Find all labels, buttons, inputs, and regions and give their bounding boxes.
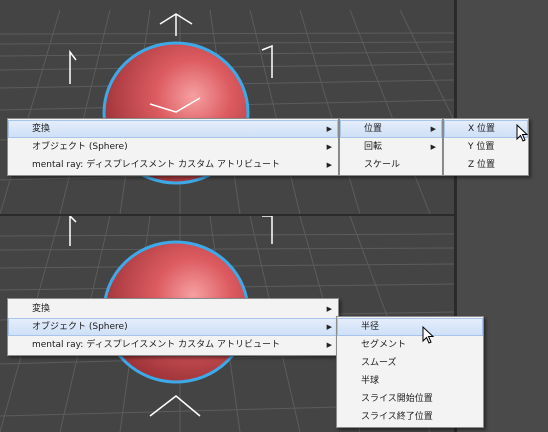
menu-item-z-position[interactable]: Z 位置 xyxy=(444,156,528,174)
menu-item-segments[interactable]: セグメント xyxy=(337,336,483,354)
menu-item-label: 位置 xyxy=(364,124,383,134)
submenu-arrow-icon: ▶ xyxy=(326,161,332,169)
submenu-arrow-icon: ▶ xyxy=(430,125,436,133)
menu-item-position[interactable]: 位置 ▶ xyxy=(340,120,442,138)
menu-item-object-sphere[interactable]: オブジェクト (Sphere) ▶ xyxy=(8,138,338,156)
submenu-arrow-icon: ▶ xyxy=(326,143,332,151)
submenu-arrow-icon: ▶ xyxy=(326,125,332,133)
menu-item-transform[interactable]: 変換 ▶ xyxy=(8,300,338,318)
menu-item-label: スライス終了位置 xyxy=(361,412,433,422)
menu-item-label: mental ray: ディスプレイスメント カスタム アトリビュート xyxy=(32,160,281,170)
submenu-arrow-icon: ▶ xyxy=(326,341,332,349)
menu-item-slice-from[interactable]: スライス開始位置 xyxy=(337,390,483,408)
viewport-top[interactable] xyxy=(0,0,454,214)
menu-item-mental-ray-displacement[interactable]: mental ray: ディスプレイスメント カスタム アトリビュート ▶ xyxy=(8,336,338,354)
menu-item-label: X 位置 xyxy=(468,124,496,134)
menu-item-label: Z 位置 xyxy=(468,160,496,170)
menu-item-label: オブジェクト (Sphere) xyxy=(32,322,128,332)
submenu-object-sphere: 半径 セグメント スムーズ 半球 スライス開始位置 スライス終了位置 xyxy=(336,316,484,428)
menu-item-label: 半球 xyxy=(361,376,380,386)
mouse-pointer-icon xyxy=(516,124,529,142)
viewport-top-scene xyxy=(0,9,454,214)
menu-item-mental-ray-displacement[interactable]: mental ray: ディスプレイスメント カスタム アトリビュート ▶ xyxy=(8,156,338,174)
menu-item-label: 変換 xyxy=(32,124,51,134)
menu-item-label: スライス開始位置 xyxy=(361,394,433,404)
mouse-pointer-icon xyxy=(422,326,435,344)
menu-item-rotation[interactable]: 回転 ▶ xyxy=(340,138,442,156)
menu-item-label: スケール xyxy=(364,160,401,170)
menu-item-object-sphere[interactable]: オブジェクト (Sphere) ▶ xyxy=(8,318,338,336)
menu-item-label: Y 位置 xyxy=(468,142,495,152)
menu-item-radius[interactable]: 半径 xyxy=(337,318,483,336)
quad-menu-main-top: 変換 ▶ オブジェクト (Sphere) ▶ mental ray: ディスプレ… xyxy=(7,118,339,176)
menu-item-hemisphere[interactable]: 半球 xyxy=(337,372,483,390)
menu-item-label: スムーズ xyxy=(361,358,397,368)
menu-item-smooth[interactable]: スムーズ xyxy=(337,354,483,372)
menu-item-label: セグメント xyxy=(361,340,407,350)
menu-item-label: 変換 xyxy=(32,304,51,314)
submenu-transform: 位置 ▶ 回転 ▶ スケール xyxy=(339,118,443,176)
menu-item-label: 回転 xyxy=(364,142,383,152)
submenu-arrow-icon: ▶ xyxy=(326,305,332,313)
menu-item-label: 半径 xyxy=(361,322,380,332)
menu-item-slice-to[interactable]: スライス終了位置 xyxy=(337,408,483,426)
menu-item-scale[interactable]: スケール xyxy=(340,156,442,174)
submenu-arrow-icon: ▶ xyxy=(430,143,436,151)
menu-item-label: mental ray: ディスプレイスメント カスタム アトリビュート xyxy=(32,340,281,350)
submenu-arrow-icon: ▶ xyxy=(326,323,332,331)
menu-item-label: オブジェクト (Sphere) xyxy=(32,142,128,152)
menu-item-transform[interactable]: 変換 ▶ xyxy=(8,120,338,138)
quad-menu-main-bottom: 変換 ▶ オブジェクト (Sphere) ▶ mental ray: ディスプレ… xyxy=(7,298,339,356)
